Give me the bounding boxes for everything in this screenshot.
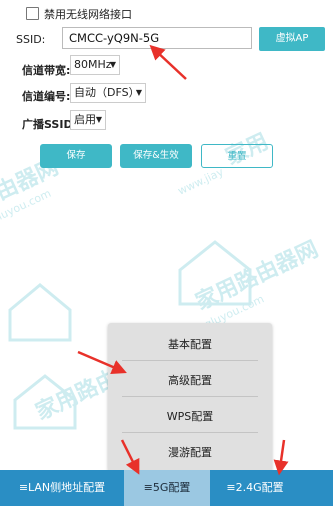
- annotation-arrows: [77, 44, 289, 476]
- red-arrow-icon: [77, 350, 127, 374]
- red-arrow-icon: [149, 44, 187, 80]
- red-arrow-icon: [120, 439, 140, 475]
- red-arrow-icon: [273, 439, 289, 476]
